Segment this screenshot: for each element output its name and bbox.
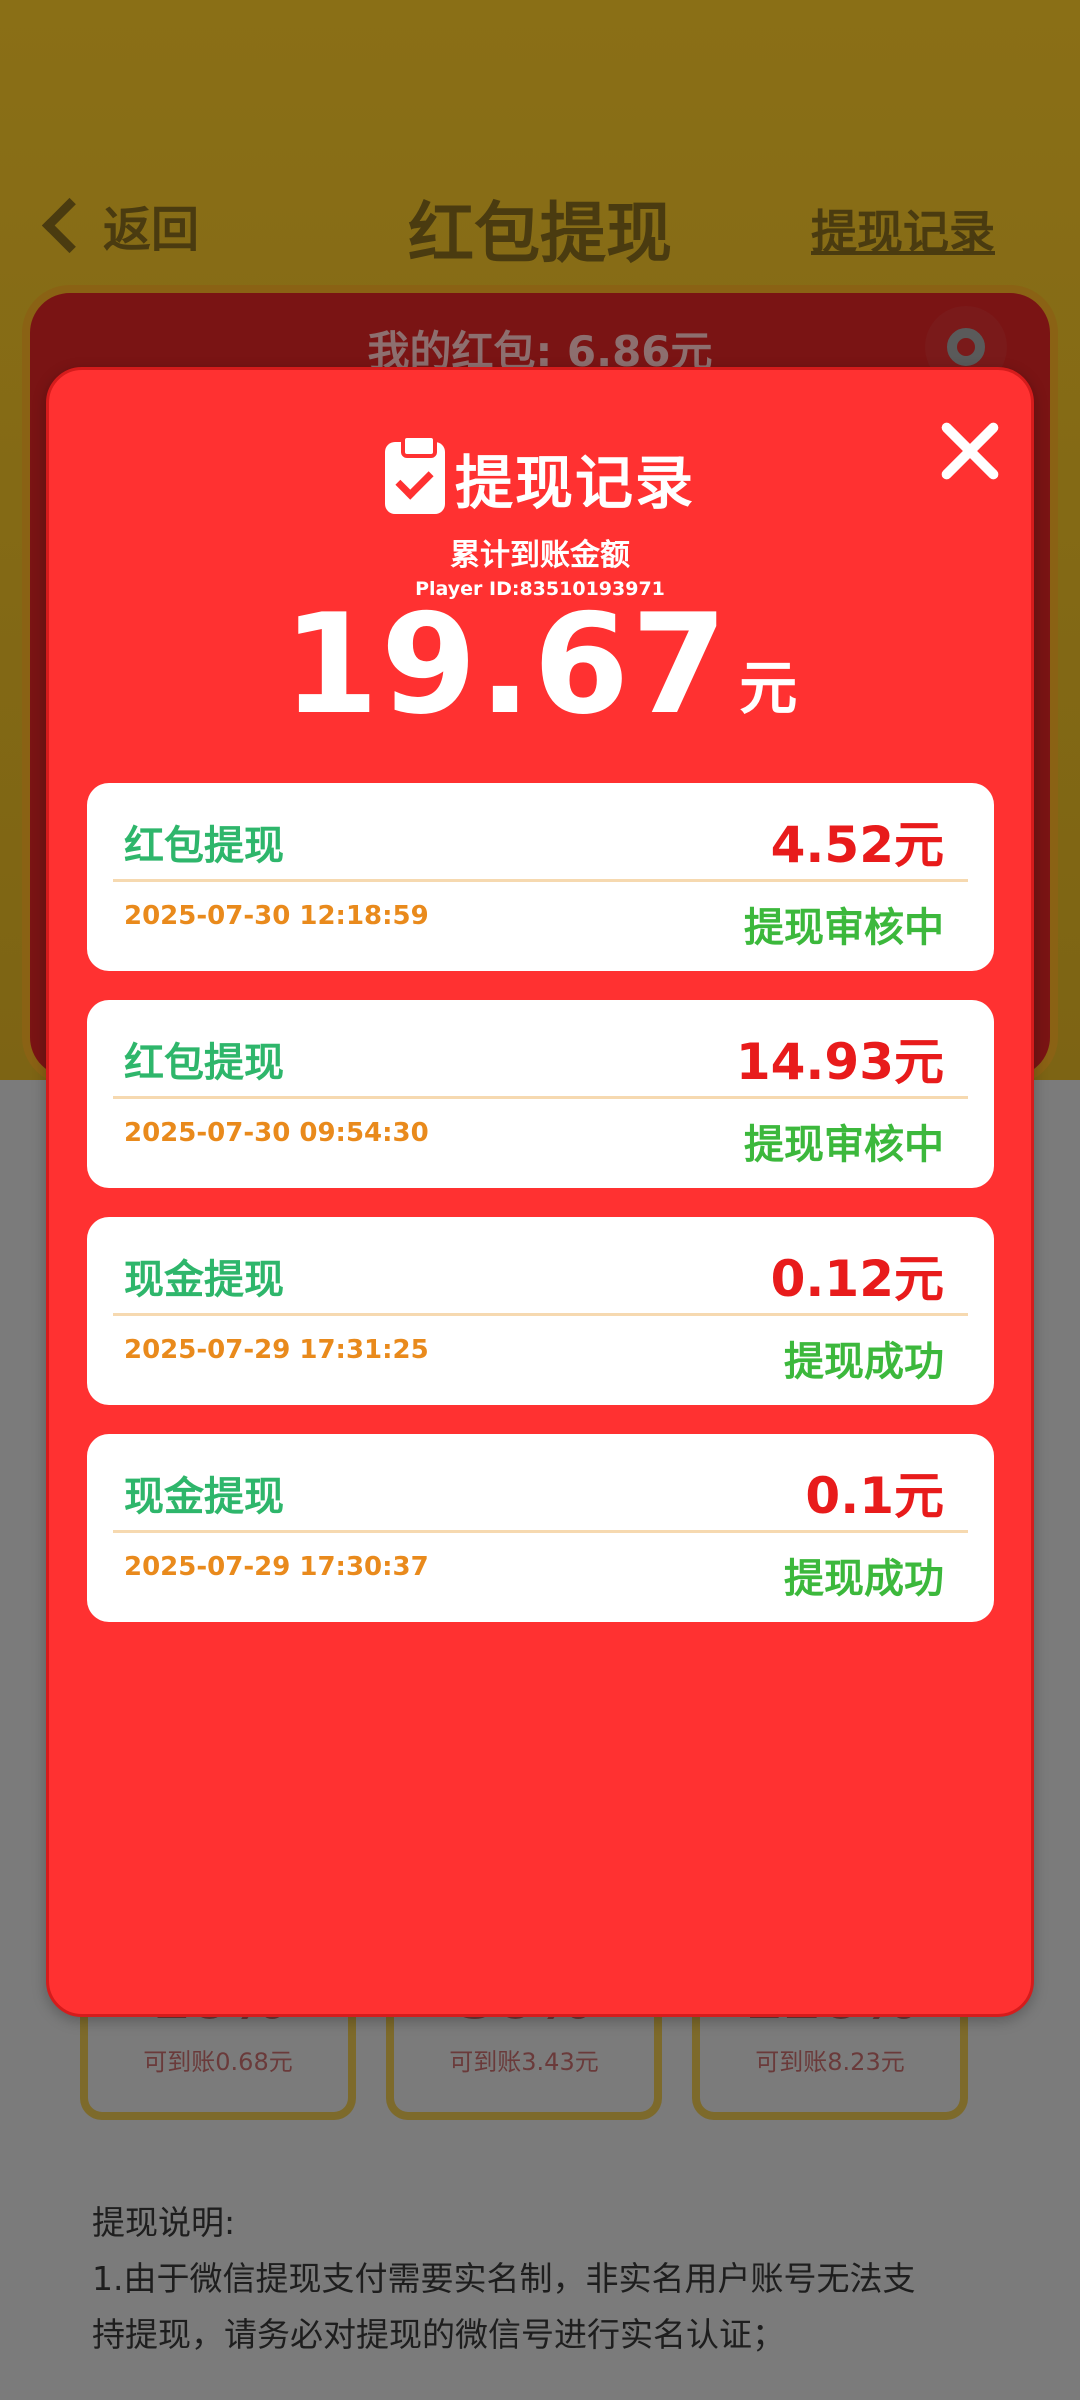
record-amount: 14.93元: [735, 1033, 944, 1091]
record-list: 红包提现 4.52元 2025-07-30 12:18:59 提现审核中 红包提…: [87, 783, 994, 1651]
total-amount-unit: 元: [739, 654, 798, 722]
record-type: 现金提现: [124, 1474, 284, 1520]
notes-title: 提现说明:: [92, 2203, 236, 2242]
option-sub: 可到账3.43元: [449, 2048, 599, 2076]
record-amount: 0.1元: [805, 1467, 944, 1525]
withdraw-notes: 提现说明: 1.由于微信提现支付需要实名制，非实名用户账号无法支 持提现，请务必…: [92, 2195, 1012, 2363]
record-type: 红包提现: [124, 1040, 284, 1086]
screen: 返回 红包提现 提现记录 我的红包: 6.86元 10% 可到账0.68元 50…: [0, 0, 1080, 2400]
record-type: 红包提现: [124, 823, 284, 869]
clipboard-check-icon: [384, 434, 445, 514]
modal-title: 提现记录: [0, 434, 1080, 518]
record-item: 红包提现 14.93元 2025-07-30 09:54:30 提现审核中: [87, 1000, 994, 1188]
record-item: 红包提现 4.52元 2025-07-30 12:18:59 提现审核中: [87, 783, 994, 971]
notes-line: 1.由于微信提现支付需要实名制，非实名用户账号无法支: [92, 2259, 916, 2298]
record-divider: [113, 879, 968, 882]
option-sub: 可到账8.23元: [755, 2048, 905, 2076]
record-item: 现金提现 0.1元 2025-07-29 17:30:37 提现成功: [87, 1434, 994, 1622]
record-time: 2025-07-29 17:31:25: [124, 1335, 429, 1365]
notes-line: 持提现，请务必对提现的微信号进行实名认证；: [92, 2315, 785, 2354]
option-sub: 可到账0.68元: [143, 2048, 293, 2076]
record-amount: 4.52元: [770, 816, 944, 874]
record-time: 2025-07-30 09:54:30: [124, 1118, 429, 1148]
record-status: 提现审核中: [744, 1122, 944, 1168]
record-status: 提现成功: [784, 1339, 944, 1385]
record-time: 2025-07-29 17:30:37: [124, 1552, 429, 1582]
record-divider: [113, 1096, 968, 1099]
record-time: 2025-07-30 12:18:59: [124, 901, 429, 931]
record-status: 提现成功: [784, 1556, 944, 1602]
total-amount-value: 19.67: [282, 584, 730, 745]
record-item: 现金提现 0.12元 2025-07-29 17:31:25 提现成功: [87, 1217, 994, 1405]
total-amount: 19.67 元: [0, 595, 1080, 735]
withdraw-record-link[interactable]: 提现记录: [811, 196, 995, 262]
record-amount: 0.12元: [770, 1250, 944, 1308]
modal-title-text: 提现记录: [454, 449, 695, 517]
record-type: 现金提现: [124, 1257, 284, 1303]
record-divider: [113, 1313, 968, 1316]
record-divider: [113, 1530, 968, 1533]
record-status: 提现审核中: [744, 905, 944, 951]
total-label: 累计到账金额: [450, 538, 630, 573]
